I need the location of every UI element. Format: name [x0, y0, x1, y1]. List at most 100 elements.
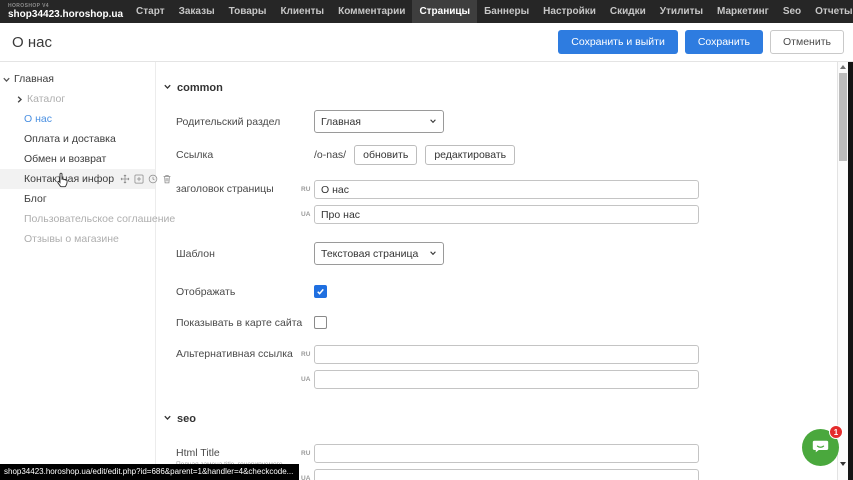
alt-link-ua-input[interactable] [314, 370, 699, 389]
chevron-down-icon [429, 248, 437, 260]
sidebar-item-catalog[interactable]: Каталог [0, 89, 155, 109]
section-common-label: common [177, 82, 223, 94]
lang-tag-ua: UA [301, 376, 314, 383]
header-buttons: Сохранить и выйти Сохранить Отменить [558, 30, 844, 54]
section-common[interactable]: common [163, 82, 837, 94]
field-page-title: заголовок страницы RU UA [176, 180, 837, 224]
chat-bubble-icon [810, 435, 831, 461]
nav-item-orders[interactable]: Заказы [172, 0, 222, 23]
template-select[interactable]: Текстовая страница [314, 242, 444, 265]
sidebar-item-store-reviews[interactable]: Отзывы о магазине [0, 229, 155, 249]
sidebar-item-label: Обмен и возврат [24, 153, 106, 165]
html-title-ua-input[interactable] [314, 469, 699, 480]
lang-tag-ru: RU [301, 186, 314, 193]
sidebar-item-about[interactable]: О нас [0, 109, 155, 129]
parent-section-value: Главная [321, 116, 361, 128]
add-subpage-icon[interactable] [134, 174, 144, 184]
scroll-down-arrow-icon[interactable] [840, 462, 846, 466]
field-sitemap: Показывать в карте сайта [176, 316, 837, 329]
alt-link-label: Альтернативная ссылка [176, 345, 301, 360]
sidebar-item-label: Блог [24, 193, 47, 205]
html-title-ua-line: UA [301, 469, 699, 480]
move-icon[interactable] [120, 174, 130, 184]
chevron-down-icon[interactable] [2, 75, 11, 84]
cancel-button[interactable]: Отменить [770, 30, 844, 54]
field-link: Ссылка /o-nas/ обновить редактировать [176, 145, 837, 165]
display-label: Отображать [176, 286, 314, 298]
nav-item-settings[interactable]: Настройки [536, 0, 603, 23]
field-alt-link: Альтернативная ссылка RU UA [176, 345, 837, 389]
sitemap-label: Показывать в карте сайта [176, 317, 314, 329]
sidebar-item-exchange-return[interactable]: Обмен и возврат [0, 149, 155, 169]
section-seo[interactable]: seo [163, 413, 837, 425]
page-header: О нас Сохранить и выйти Сохранить Отмени… [0, 23, 853, 62]
page-title-ua-line: UA [301, 205, 699, 224]
sidebar-item-label: Главная [14, 73, 54, 85]
lang-tag-ua: UA [301, 211, 314, 218]
html-title-label: Html Title [176, 447, 220, 459]
link-update-button[interactable]: обновить [354, 145, 417, 165]
save-and-exit-button[interactable]: Сохранить и выйти [558, 30, 678, 54]
page-title-ru-line: RU [301, 180, 699, 199]
chevron-down-icon [429, 116, 437, 128]
parent-section-select[interactable]: Главная [314, 110, 444, 133]
logo-domain: shop34423.horoshop.ua [8, 10, 123, 20]
html-title-ru-line: RU [301, 444, 699, 463]
nav-item-utilities[interactable]: Утилиты [653, 0, 710, 23]
nav-item-marketing[interactable]: Маркетинг [710, 0, 776, 23]
page-title-label: заголовок страницы [176, 180, 301, 195]
nav-item-seo[interactable]: Seo [776, 0, 808, 23]
sidebar-item-label: Оплата и доставка [24, 133, 116, 145]
nav-item-discounts[interactable]: Скидки [603, 0, 653, 23]
sitemap-checkbox[interactable] [314, 316, 327, 329]
nav-item-start[interactable]: Старт [129, 0, 172, 23]
sidebar-item-label: Отзывы о магазине [24, 233, 119, 245]
sidebar-item-label: Пользовательское соглашение [24, 213, 175, 225]
topbar: HOROSHOP V4 shop34423.horoshop.ua Старт … [0, 0, 853, 23]
delete-icon[interactable] [162, 174, 172, 184]
sidebar-item-contact-info[interactable]: Контактная инфор [0, 169, 155, 189]
right-edge-strip [848, 62, 853, 480]
lang-tag-ru: RU [301, 351, 314, 358]
link-label: Ссылка [176, 149, 314, 161]
logo[interactable]: HOROSHOP V4 shop34423.horoshop.ua [8, 4, 123, 20]
alt-link-ua-line: UA [301, 370, 699, 389]
clock-icon[interactable] [148, 174, 158, 184]
link-edit-button[interactable]: редактировать [425, 145, 515, 165]
sidebar-item-blog[interactable]: Блог [0, 189, 155, 209]
scrollbar-thumb[interactable] [839, 73, 847, 161]
sidebar-item-user-agreement[interactable]: Пользовательское соглашение [0, 209, 155, 229]
nav-item-comments[interactable]: Комментарии [331, 0, 412, 23]
alt-link-ru-line: RU [301, 345, 699, 364]
chevron-right-icon[interactable] [15, 95, 24, 104]
scroll-up-arrow-icon[interactable] [840, 65, 846, 69]
section-seo-label: seo [177, 413, 196, 425]
nav-item-banners[interactable]: Баннеры [477, 0, 536, 23]
page: HOROSHOP V4 shop34423.horoshop.ua Старт … [0, 0, 853, 480]
lang-tag-ua: UA [301, 475, 314, 480]
nav-item-clients[interactable]: Клиенты [273, 0, 331, 23]
chat-widget-button[interactable]: 1 [802, 429, 839, 466]
status-url-bar: shop34423.horoshop.ua/edit/edit.php?id=6… [0, 464, 299, 480]
chevron-down-icon [163, 82, 172, 94]
chat-notification-badge: 1 [829, 425, 843, 439]
page-edit-form: common Родительский раздел Главная Ссылк… [157, 62, 837, 480]
alt-link-ru-input[interactable] [314, 345, 699, 364]
chevron-down-icon [163, 413, 172, 425]
page-title: О нас [12, 34, 52, 51]
vertical-scrollbar[interactable] [837, 62, 848, 480]
sidebar-item-payment-delivery[interactable]: Оплата и доставка [0, 129, 155, 149]
main-nav: Старт Заказы Товары Клиенты Комментарии … [129, 0, 853, 23]
tree-row-actions [120, 174, 172, 184]
nav-item-products[interactable]: Товары [222, 0, 274, 23]
sidebar-item-label: О нас [24, 113, 52, 125]
sidebar-item-home[interactable]: Главная [0, 69, 155, 89]
logo-version: HOROSHOP V4 [8, 4, 123, 9]
display-checkbox[interactable] [314, 285, 327, 298]
html-title-ru-input[interactable] [314, 444, 699, 463]
save-button[interactable]: Сохранить [685, 30, 763, 54]
page-title-ru-input[interactable] [314, 180, 699, 199]
nav-item-pages[interactable]: Страницы [412, 0, 477, 23]
page-title-ua-input[interactable] [314, 205, 699, 224]
nav-item-reports[interactable]: Отчеты [808, 0, 853, 23]
